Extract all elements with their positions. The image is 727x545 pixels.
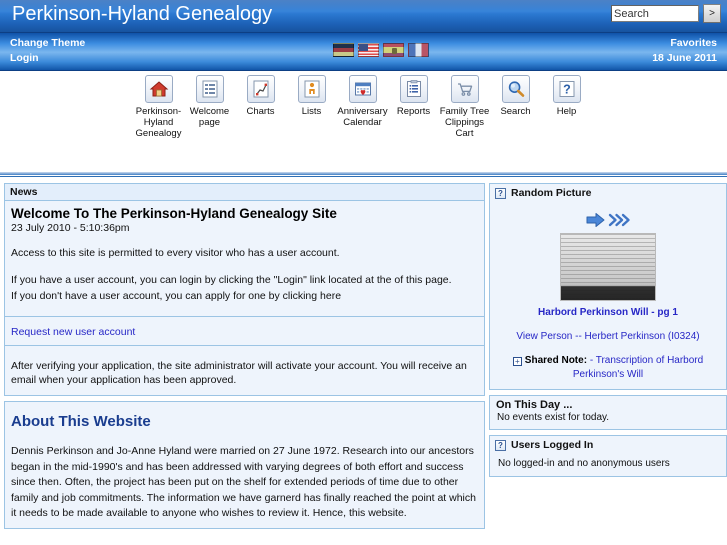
content-area: News Welcome To The Perkinson-Hyland Gen… [0,177,727,534]
home-icon [144,75,173,103]
title-bar: Perkinson-Hyland Genealogy > [0,0,727,33]
news-paragraph-2-line-1: If you have a user account, you can logi… [11,274,452,286]
favorites-link[interactable]: Favorites [670,37,717,49]
random-picture-title-row: ? Random Picture [490,184,726,203]
request-account-row: Request new user account [5,316,484,346]
login-link[interactable]: Login [10,52,39,64]
toolbar-item-label: Anniversary Calendar [337,106,388,128]
toolbar-item-label: Help [556,106,577,117]
question-mark-icon: ? [552,75,581,103]
view-person-link[interactable]: View Person -- Herbert Perkinson (I0324) [496,331,720,342]
toolbar-item-lists[interactable]: Lists [286,71,337,175]
toolbar-item-label: Welcome page [189,106,230,128]
about-body-text: Dennis Perkinson and Jo-Anne Hyland were… [11,445,476,519]
picture-caption-link[interactable]: Harbord Perkinson Will - pg 1 [496,307,720,318]
flag-spain-icon[interactable] [383,43,404,57]
about-heading: About This Website [11,413,151,430]
flag-united-states-icon[interactable] [358,43,379,57]
flag-france-icon[interactable] [408,43,429,57]
news-headline: Welcome To The Perkinson-Hyland Genealog… [11,206,337,221]
news-paragraph-2-line-2: If you don't have a user account, you ca… [11,290,342,302]
news-panel-body: Welcome To The Perkinson-Hyland Genealog… [5,201,484,395]
random-picture-body: Harbord Perkinson Will - pg 1 View Perso… [490,203,726,389]
current-date: 18 June 2011 [652,52,717,64]
toolbar-item-search[interactable]: Search [490,71,541,175]
toolbar-item-charts[interactable]: Charts [235,71,286,175]
toolbar-item-help[interactable]: ? Help [541,71,592,175]
magnifier-icon [501,75,530,103]
list-page-icon [195,75,224,103]
shared-note-text-link[interactable]: - Transcription of Harbord Perkinson's W… [573,355,703,380]
change-theme-link[interactable]: Change Theme [10,37,85,49]
main-column: News Welcome To The Perkinson-Hyland Gen… [4,183,485,534]
search-input[interactable] [611,5,699,22]
toolbar-item-label: Reports [396,106,431,117]
page-root: Perkinson-Hyland Genealogy > Change Them… [0,0,727,545]
toolbar-item-home[interactable]: Perkinson-Hyland Genealogy [133,71,184,175]
side-column: ? Random Picture Harbord Perkinson Will … [489,183,727,534]
random-picture-panel: ? Random Picture Harbord Perkinson Will … [489,183,727,390]
charts-icon [246,75,275,103]
news-panel-title: News [5,184,484,201]
users-logged-in-text: No logged-in and no anonymous users [498,458,670,469]
about-panel-body: About This Website Dennis Perkinson and … [5,402,484,528]
news-paragraph-3: After verifying your application, the si… [11,360,467,386]
toolbar-item-anniversary-calendar[interactable]: Anniversary Calendar [337,71,388,175]
users-logged-in-panel: ? Users Logged In No logged-in and no an… [489,435,727,477]
flag-germany-icon[interactable] [333,43,354,57]
toolbar-item-label: Lists [301,106,322,117]
users-logged-in-title: Users Logged In [511,439,594,451]
header-search: > [611,4,721,23]
calendar-heart-icon [348,75,377,103]
on-this-day-panel: On This Day ... No events exist for toda… [489,395,727,430]
news-panel: News Welcome To The Perkinson-Hyland Gen… [4,183,485,396]
site-header: Perkinson-Hyland Genealogy > Change Them… [0,0,727,177]
language-flags [333,43,429,57]
expand-note-icon[interactable]: + [512,357,522,366]
request-new-user-account-link[interactable]: Request new user account [11,326,135,338]
news-paragraph-1: Access to this site is permitted to ever… [11,247,340,259]
help-question-icon[interactable]: ? [495,187,506,199]
shared-note-label: Shared Note: [524,355,588,366]
toolbar-divider [0,172,727,175]
toolbar-item-label: Search [500,106,531,117]
next-picture-arrow-icon[interactable] [585,211,607,229]
picture-nav-arrows [496,211,720,229]
toolbar-item-label: Perkinson-Hyland Genealogy [135,106,182,139]
on-this-day-title: On This Day ... [496,399,573,411]
search-submit-button[interactable]: > [703,4,721,23]
random-picture-thumbnail[interactable] [560,233,656,301]
page-title: Perkinson-Hyland Genealogy [12,3,273,25]
svg-text:?: ? [563,83,571,97]
toolbar-item-label: Family Tree Clippings Cart [439,106,490,139]
random-picture-title: Random Picture [511,187,592,199]
shopping-cart-icon [450,75,479,103]
toolbar-item-label: Charts [246,106,275,117]
toolbar-item-reports[interactable]: Reports [388,71,439,175]
toolbar-item-clippings-cart[interactable]: Family Tree Clippings Cart [439,71,490,175]
shared-note-row: + Shared Note: - Transcription of Harbord… [496,354,720,382]
users-logged-in-title-row: ? Users Logged In [490,436,726,455]
toolbar-item-welcome-page[interactable]: Welcome page [184,71,235,175]
help-question-icon[interactable]: ? [495,439,506,451]
clipboard-icon [399,75,428,103]
person-icon [297,75,326,103]
main-toolbar: Perkinson-Hyland Genealogy Welcome page [0,71,727,175]
about-panel: About This Website Dennis Perkinson and … [4,401,485,529]
on-this-day-text: No events exist for today. [497,412,610,423]
skip-pictures-arrow-icon[interactable] [607,211,631,229]
news-date: 23 July 2010 - 5:10:36pm [11,222,130,234]
